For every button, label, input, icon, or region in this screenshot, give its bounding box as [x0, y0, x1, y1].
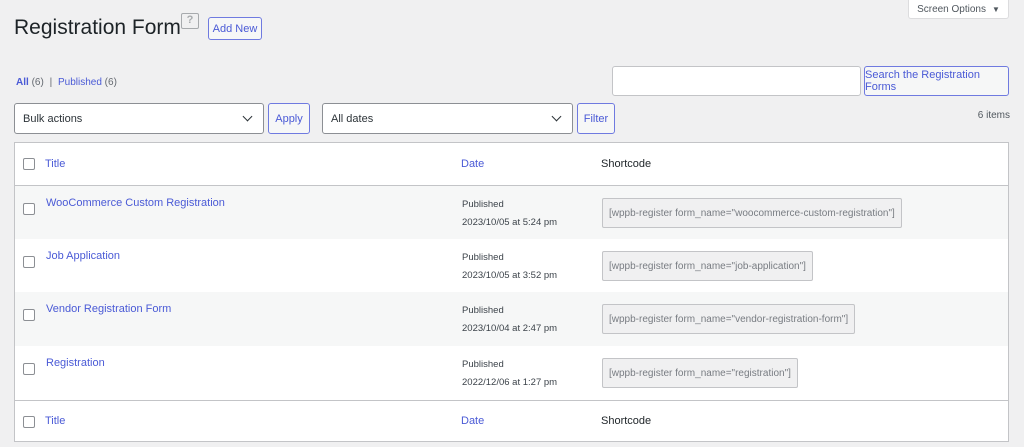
column-shortcode-footer: Shortcode	[601, 415, 652, 427]
row-date: 2023/10/05 at 5:24 pm	[462, 217, 558, 228]
row-date: 2023/10/05 at 3:52 pm	[462, 270, 558, 281]
caret-down-icon: ▼	[992, 4, 1000, 14]
filter-all[interactable]: All	[16, 77, 29, 88]
shortcode-field[interactable]: [wppb-register form_name="registration"]	[602, 358, 798, 388]
table-row: WooCommerce Custom Registration Publishe…	[15, 186, 1008, 239]
separator: |	[49, 77, 53, 88]
chevron-down-icon	[551, 111, 562, 122]
bulk-actions-select[interactable]: Bulk actions	[14, 103, 264, 134]
table-footer: Title Date Shortcode	[15, 400, 1008, 442]
row-title-link[interactable]: Vendor Registration Form	[46, 303, 171, 315]
add-new-button[interactable]: Add New	[208, 17, 262, 40]
all-count: (6)	[31, 77, 44, 88]
column-shortcode: Shortcode	[601, 158, 652, 170]
status-filters: All (6) | Published (6)	[16, 77, 117, 88]
items-count: 6 items	[977, 110, 1010, 121]
row-title-link[interactable]: Job Application	[46, 250, 120, 262]
row-status: Published	[462, 199, 504, 210]
row-checkbox[interactable]	[23, 363, 35, 375]
column-date[interactable]: Date	[461, 158, 484, 170]
search-button[interactable]: Search the Registration Forms	[864, 66, 1009, 96]
dates-select[interactable]: All dates	[322, 103, 573, 134]
dates-value: All dates	[331, 112, 374, 125]
page-title: Registration Form	[14, 16, 181, 39]
column-title-footer[interactable]: Title	[45, 415, 65, 427]
row-title-link[interactable]: WooCommerce Custom Registration	[46, 197, 225, 209]
row-title-link[interactable]: Registration	[46, 357, 105, 369]
screen-options-button[interactable]: Screen Options ▼	[908, 0, 1009, 19]
shortcode-field[interactable]: [wppb-register form_name="vendor-registr…	[602, 304, 856, 334]
row-checkbox[interactable]	[23, 309, 35, 321]
forms-table: Title Date Shortcode WooCommerce Custom …	[14, 142, 1009, 442]
row-status: Published	[462, 252, 504, 263]
select-all-checkbox[interactable]	[23, 158, 35, 170]
help-icon[interactable]: ?	[181, 13, 199, 29]
table-row: Registration Published 2022/12/06 at 1:2…	[15, 346, 1008, 400]
row-status: Published	[462, 305, 504, 316]
row-status: Published	[462, 359, 504, 370]
table-header: Title Date Shortcode	[15, 143, 1008, 186]
column-title[interactable]: Title	[45, 158, 65, 170]
table-row: Job Application Published 2023/10/05 at …	[15, 239, 1008, 292]
column-date-footer[interactable]: Date	[461, 415, 484, 427]
apply-button[interactable]: Apply	[268, 103, 310, 134]
screen-options-label: Screen Options	[917, 3, 986, 15]
shortcode-field[interactable]: [wppb-register form_name="job-applicatio…	[602, 251, 813, 281]
table-row: Vendor Registration Form Published 2023/…	[15, 292, 1008, 346]
row-date: 2023/10/04 at 2:47 pm	[462, 323, 558, 334]
search-input[interactable]	[612, 66, 861, 96]
row-date: 2022/12/06 at 1:27 pm	[462, 377, 558, 388]
row-checkbox[interactable]	[23, 203, 35, 215]
bulk-actions-value: Bulk actions	[23, 112, 83, 125]
chevron-down-icon	[242, 111, 253, 122]
shortcode-field[interactable]: [wppb-register form_name="woocommerce-cu…	[602, 198, 902, 228]
select-all-checkbox-footer[interactable]	[23, 416, 35, 428]
filter-button[interactable]: Filter	[577, 103, 615, 134]
filter-published[interactable]: Published	[58, 77, 102, 88]
published-count: (6)	[104, 77, 117, 88]
row-checkbox[interactable]	[23, 256, 35, 268]
